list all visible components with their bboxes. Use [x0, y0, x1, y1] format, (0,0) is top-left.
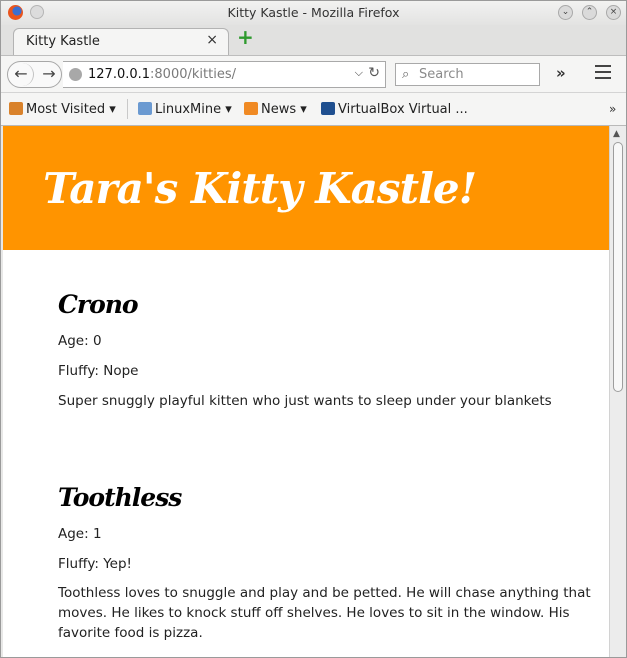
minimize-icon[interactable]: ⌄	[558, 5, 573, 20]
bookmark-virtualbox[interactable]: VirtualBox Virtual ...	[321, 102, 468, 117]
tab-close-icon[interactable]: ×	[206, 32, 218, 48]
navigation-bar: ← → 127.0.0.1:8000/kitties/ ⌵ ↻ ⌕ Search…	[1, 55, 626, 93]
site-header: Tara's Kitty Kastle!	[3, 126, 609, 250]
bookmark-news[interactable]: News ▾	[244, 102, 307, 117]
kitty-card: Crono Age: 0 Fluffy: Nope Super snuggly …	[58, 290, 593, 412]
tab-label: Kitty Kastle	[26, 34, 100, 49]
kitty-name: Toothless	[58, 483, 182, 512]
window-title: Kitty Kastle - Mozilla Firefox	[227, 5, 400, 20]
bookmark-most-visited[interactable]: Most Visited ▾	[9, 102, 116, 117]
virtualbox-icon	[321, 102, 335, 115]
bookmark-label: VirtualBox Virtual ...	[338, 102, 468, 117]
tab-kitty-kastle[interactable]: Kitty Kastle ×	[13, 28, 229, 55]
title-bar: Kitty Kastle - Mozilla Firefox ⌄ ⌃ ×	[1, 1, 626, 25]
url-host: 127.0.0.1	[88, 67, 151, 82]
page-viewport: Tara's Kitty Kastle! Crono Age: 0 Fluffy…	[3, 126, 609, 657]
site-title: Tara's Kitty Kastle!	[43, 164, 477, 213]
bookmark-label: LinuxMine	[155, 102, 222, 117]
scrollbar-thumb[interactable]	[613, 142, 623, 392]
folder-icon	[138, 102, 152, 115]
search-input[interactable]: ⌕ Search	[395, 63, 540, 86]
kitty-fluffy: Fluffy: Yep!	[58, 556, 132, 572]
vertical-scrollbar[interactable]: ▲	[609, 126, 626, 657]
kitty-fluffy: Fluffy: Nope	[58, 363, 139, 379]
bookmarks-overflow-icon[interactable]: »	[609, 102, 616, 116]
tab-strip: Kitty Kastle ×	[1, 25, 626, 55]
url-path: :8000/kitties/	[150, 67, 236, 82]
kitty-description: Super snuggly playful kitten who just wa…	[58, 393, 552, 409]
kitty-card: Toothless Age: 1 Fluffy: Yep! Toothless …	[58, 483, 593, 643]
kitty-age: Age: 1	[58, 526, 102, 542]
bookmarks-bar: Most Visited ▾ LinuxMine ▾ News ▾ Virtua…	[1, 93, 626, 126]
new-tab-icon[interactable]: +	[237, 27, 254, 47]
scroll-up-icon[interactable]: ▲	[613, 129, 620, 139]
bookmark-linuxmine[interactable]: LinuxMine ▾	[138, 102, 232, 117]
bookmark-label: Most Visited	[26, 102, 106, 117]
reload-icon[interactable]: ↻	[368, 65, 380, 81]
url-dropdown-icon[interactable]: ⌵	[355, 66, 363, 80]
search-icon: ⌕	[402, 67, 410, 82]
globe-icon	[69, 68, 82, 81]
kitty-description: Toothless loves to snuggle and play and …	[58, 585, 591, 641]
bookmark-label: News	[261, 102, 297, 117]
rss-icon	[244, 102, 258, 115]
kitty-name: Crono	[58, 290, 139, 319]
search-placeholder: Search	[419, 67, 464, 82]
toolbar-overflow-icon[interactable]: »	[556, 64, 566, 82]
browser-window: Kitty Kastle - Mozilla Firefox ⌄ ⌃ × Kit…	[0, 0, 627, 658]
kitty-age: Age: 0	[58, 333, 102, 349]
url-text: 127.0.0.1:8000/kitties/	[88, 67, 236, 82]
back-forward-group: ← →	[7, 61, 62, 88]
back-arrow-icon[interactable]: ←	[9, 63, 34, 86]
close-window-icon[interactable]: ×	[606, 5, 621, 20]
url-bar[interactable]: 127.0.0.1:8000/kitties/ ⌵ ↻	[63, 61, 386, 88]
maximize-icon[interactable]: ⌃	[582, 5, 597, 20]
forward-arrow-icon[interactable]: →	[38, 63, 60, 86]
bookmark-separator	[127, 99, 128, 119]
most-visited-icon	[9, 102, 23, 115]
hamburger-menu-icon[interactable]	[595, 65, 611, 83]
